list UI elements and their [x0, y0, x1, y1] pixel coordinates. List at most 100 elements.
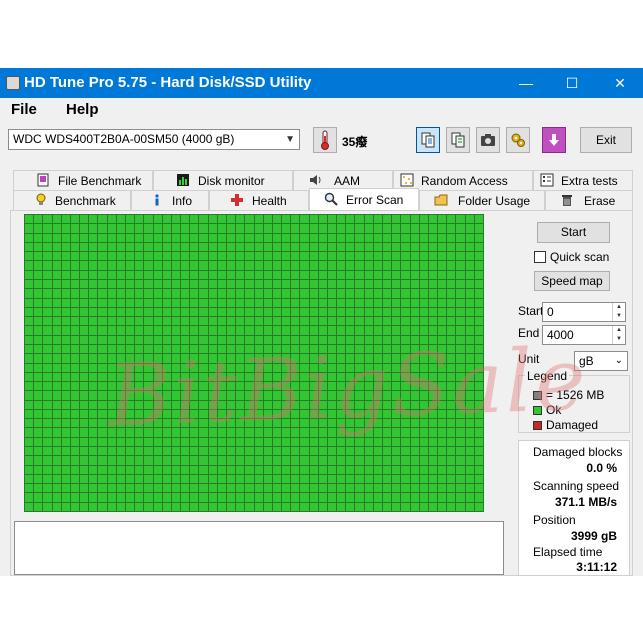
block-cell — [171, 465, 181, 474]
block-cell — [263, 419, 272, 428]
exit-button[interactable]: Exit — [580, 127, 632, 153]
start-scan-button[interactable]: Start — [537, 222, 610, 243]
block-cell — [98, 428, 107, 437]
spinner-arrows-icon[interactable]: ▲ ▼ — [612, 303, 625, 321]
tab-error-scan[interactable]: Error Scan — [309, 188, 419, 210]
block-cell — [410, 419, 419, 428]
block-cell — [465, 372, 474, 382]
minimize-button[interactable]: — — [503, 68, 549, 98]
temperature-value: 35 — [342, 135, 356, 149]
block-cell — [153, 391, 162, 400]
block-cell — [309, 354, 318, 363]
block-cell — [116, 409, 125, 419]
tab-benchmark[interactable]: Benchmark — [13, 190, 131, 210]
block-cell — [199, 298, 208, 307]
magnifier-icon — [324, 192, 338, 206]
block-cell — [89, 502, 98, 511]
log-area[interactable] — [14, 521, 504, 575]
quick-scan-checkbox[interactable] — [534, 251, 546, 263]
menu-help[interactable]: Help — [66, 101, 99, 118]
block-cell — [438, 298, 447, 307]
block-cell — [474, 409, 483, 419]
save-button[interactable] — [542, 127, 566, 153]
unit-select[interactable]: gB ⌄ — [574, 351, 628, 371]
block-cell — [465, 233, 474, 242]
maximize-button[interactable]: ☐ — [549, 68, 595, 98]
block-cell — [346, 224, 355, 233]
block-cell — [428, 298, 438, 307]
block-cell — [245, 224, 254, 233]
block-cell — [25, 502, 34, 511]
block-cell — [447, 233, 456, 242]
block-cell — [245, 484, 254, 493]
options-button[interactable] — [506, 127, 530, 153]
extra-tests-icon — [540, 173, 554, 187]
legend-swatch-block — [533, 391, 542, 401]
copy-text-button[interactable] — [416, 127, 440, 153]
menu-file[interactable]: File — [11, 101, 37, 118]
block-cell — [80, 354, 89, 363]
block-cell — [217, 344, 226, 354]
block-cell — [116, 447, 125, 456]
start-field-label: Start — [518, 304, 544, 318]
tab-file-benchmark[interactable]: File Benchmark — [13, 170, 153, 190]
block-cell — [116, 372, 125, 382]
tab-info[interactable]: Info — [131, 190, 209, 210]
title-bar[interactable]: HD Tune Pro 5.75 - Hard Disk/SSD Utility… — [0, 68, 643, 98]
tab-aam[interactable]: AAM — [293, 170, 393, 190]
block-cell — [199, 409, 208, 419]
tab-folder-usage[interactable]: Folder Usage — [419, 190, 545, 210]
block-cell — [199, 261, 208, 270]
block-cell — [43, 279, 52, 289]
block-cell — [61, 391, 70, 400]
speed-map-button[interactable]: Speed map — [534, 271, 610, 291]
block-cell — [263, 233, 272, 242]
block-cell — [171, 335, 181, 344]
tab-health[interactable]: Health — [209, 190, 309, 210]
close-button[interactable]: ✕ — [597, 68, 643, 98]
block-cell — [25, 252, 34, 261]
legend-item-label: Ok — [546, 403, 562, 417]
start-input[interactable]: 0 ▲ ▼ — [542, 302, 626, 322]
block-cell — [25, 382, 34, 391]
block-cell — [70, 409, 80, 419]
block-cell — [236, 400, 245, 409]
block-cell — [392, 484, 401, 493]
tab-random-access[interactable]: Random Access — [393, 170, 533, 190]
end-input[interactable]: 4000 ▲ ▼ — [542, 325, 626, 345]
block-cell — [236, 326, 245, 335]
block-cell — [383, 279, 392, 289]
block-cell — [346, 437, 355, 447]
spinner-arrows-icon[interactable]: ▲ ▼ — [612, 326, 625, 344]
block-cell — [309, 447, 318, 456]
screenshot-button[interactable] — [476, 127, 500, 153]
block-cell — [61, 344, 70, 354]
block-cell — [190, 215, 199, 224]
tab-erase[interactable]: Erase — [545, 190, 633, 210]
block-cell — [80, 307, 89, 317]
block-cell — [364, 447, 373, 456]
block-cell — [327, 419, 337, 428]
block-cell — [171, 428, 181, 437]
block-cell — [456, 279, 465, 289]
block-cell — [52, 447, 61, 456]
block-cell — [135, 456, 144, 465]
block-cell — [300, 326, 309, 335]
block-cell — [272, 419, 282, 428]
block-cell — [25, 391, 34, 400]
tab-extra-tests[interactable]: Extra tests — [533, 170, 633, 190]
block-cell — [144, 382, 153, 391]
copy-all-button[interactable] — [446, 127, 470, 153]
tab-label: Disk monitor — [198, 174, 265, 188]
block-cell — [272, 233, 282, 242]
block-cell — [208, 400, 217, 409]
block-cell — [272, 382, 282, 391]
block-cell — [364, 326, 373, 335]
block-cell — [226, 484, 236, 493]
block-cell — [263, 317, 272, 326]
tab-disk-monitor[interactable]: Disk monitor — [153, 170, 293, 190]
drive-select[interactable]: WDC WDS400T2B0A-00SM50 (4000 gB) ▼ — [8, 129, 300, 150]
block-cell — [327, 465, 337, 474]
block-cell — [80, 437, 89, 447]
thermometer-button[interactable] — [313, 127, 337, 153]
